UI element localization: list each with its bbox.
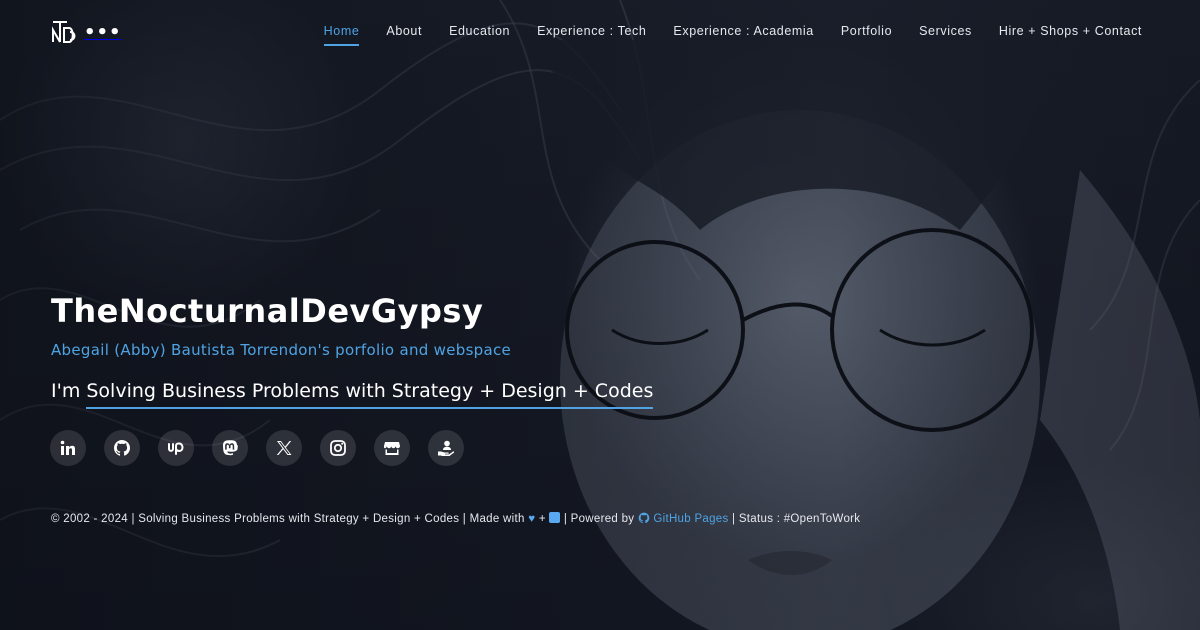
hero-tagline: I'm Solving Business Problems with Strat…: [51, 380, 654, 409]
nav-item-hire-shops-contact[interactable]: Hire + Shops + Contact: [999, 24, 1142, 44]
x-icon: [276, 441, 292, 455]
footer-powered-prefix: | Powered by: [560, 513, 638, 525]
nav-item-about[interactable]: About: [386, 24, 422, 44]
instagram-icon: [330, 440, 346, 456]
upwork-link[interactable]: [158, 430, 194, 466]
footer-text: © 2002 - 2024 | Solving Business Problem…: [51, 512, 860, 525]
github-link[interactable]: [104, 430, 140, 466]
hire-icon: [438, 440, 455, 456]
page-subtitle: Abegail (Abby) Bautista Torrendon's porf…: [51, 341, 512, 359]
social-links: [50, 430, 464, 466]
github-icon: [114, 440, 130, 456]
code-icon: [549, 512, 561, 523]
linkedin-icon: [60, 440, 75, 455]
x-link[interactable]: [266, 430, 302, 466]
github-pages-link[interactable]: GitHub Pages: [653, 513, 728, 525]
hire-link[interactable]: [428, 430, 464, 466]
nav-item-experience-academia[interactable]: Experience : Academia: [673, 24, 813, 44]
nav-item-portfolio[interactable]: Portfolio: [841, 24, 892, 44]
logo-monogram-icon: [52, 21, 76, 43]
footer-copyright: © 2002 - 2024 | Solving Business Problem…: [51, 513, 529, 525]
nav-item-experience-tech[interactable]: Experience : Tech: [537, 24, 646, 44]
nav-item-education[interactable]: Education: [449, 24, 510, 44]
nav-item-home[interactable]: Home: [323, 24, 360, 46]
main-navigation: Home About Education Experience : Tech E…: [323, 24, 1142, 46]
tagline-typed-text: Solving Business Problems with Strategy …: [86, 380, 654, 409]
footer-plus: +: [535, 513, 550, 525]
site-logo[interactable]: •••: [50, 18, 122, 46]
shop-link[interactable]: [374, 430, 410, 466]
upwork-icon: [168, 442, 184, 455]
github-small-icon: [638, 512, 650, 524]
menu-dots-icon: •••: [84, 22, 122, 43]
nav-item-services[interactable]: Services: [919, 24, 972, 44]
linkedin-link[interactable]: [50, 430, 86, 466]
tagline-prefix: I'm: [51, 380, 87, 402]
instagram-link[interactable]: [320, 430, 356, 466]
mastodon-link[interactable]: [212, 430, 248, 466]
page-title: TheNocturnalDevGypsy: [51, 292, 484, 330]
shop-icon: [384, 442, 400, 455]
mastodon-icon: [223, 440, 238, 456]
footer-status: | Status : #OpenToWork: [728, 513, 861, 525]
hero-section: ••• Home About Education Experience : Te…: [0, 0, 1200, 630]
